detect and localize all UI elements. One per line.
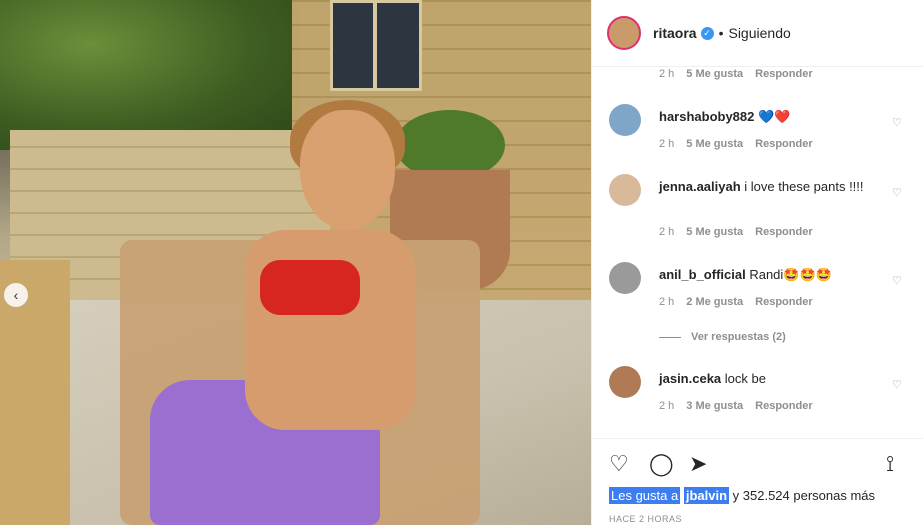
comment-like-icon[interactable]: ♡ xyxy=(892,116,902,129)
comment-avatar[interactable] xyxy=(609,262,641,294)
comment-text: anil_b_official Randi🤩🤩🤩 xyxy=(659,266,879,283)
carousel-prev-icon[interactable]: ‹ xyxy=(4,283,28,307)
comment-body: 💙❤️ xyxy=(758,109,791,124)
replies-line xyxy=(659,336,681,338)
comment-time: 2 h xyxy=(659,68,675,80)
comment-body: lock be xyxy=(724,371,766,386)
instagram-post-view: ‹ ritaora ✓ • Siguiendo 2 h 5 Me gusta R… xyxy=(0,0,923,525)
comment-text: jenna.aaliyah i love these pants !!!! xyxy=(659,178,879,195)
comment-meta: 2 h 2 Me gusta Responder xyxy=(659,296,813,308)
likes-prefix: Les gusta a xyxy=(609,487,681,504)
comment-username[interactable]: anil_b_official xyxy=(659,267,746,282)
likes-user[interactable]: jbalvin xyxy=(683,487,730,504)
post-actions: ♡ ◯ ➤ ⟟ xyxy=(592,438,923,489)
comment-meta: 2 h 5 Me gusta Responder xyxy=(659,138,813,150)
follow-status[interactable]: Siguiendo xyxy=(728,25,790,41)
comment-time: 2 h xyxy=(659,400,675,412)
comment-username[interactable]: jenna.aaliyah xyxy=(659,179,741,194)
comment-meta: 2 h 5 Me gusta Responder xyxy=(659,226,813,238)
comment-body: Randi🤩🤩🤩 xyxy=(749,267,832,282)
comment-likes[interactable]: 5 Me gusta xyxy=(686,226,743,238)
view-replies-label[interactable]: Ver respuestas (2) xyxy=(691,331,786,343)
share-icon[interactable]: ➤ xyxy=(689,451,707,477)
post-header: ritaora ✓ • Siguiendo xyxy=(592,0,923,67)
comment-reply[interactable]: Responder xyxy=(755,68,812,80)
comment-reply[interactable]: Responder xyxy=(755,138,812,150)
post-sidebar: ritaora ✓ • Siguiendo 2 h 5 Me gusta Res… xyxy=(591,0,923,525)
comment-time: 2 h xyxy=(659,296,675,308)
separator: • xyxy=(718,25,724,41)
comment-reply[interactable]: Responder xyxy=(755,400,812,412)
comments-list: 2 h 5 Me gusta Responder harshaboby882 💙… xyxy=(592,66,923,438)
verified-badge-icon: ✓ xyxy=(700,26,714,40)
comment-reply[interactable]: Responder xyxy=(755,226,812,238)
comment-likes[interactable]: 5 Me gusta xyxy=(686,68,743,80)
head xyxy=(300,110,395,230)
comment-like-icon[interactable]: ♡ xyxy=(892,274,902,287)
comment-time: 2 h xyxy=(659,226,675,238)
post-timestamp: HACE 2 HORAS xyxy=(609,514,683,524)
post-username[interactable]: ritaora xyxy=(653,25,697,41)
comment-avatar[interactable] xyxy=(609,174,641,206)
comment-body: i love these pants !!!! xyxy=(744,179,864,194)
comment-meta: 2 h 5 Me gusta Responder xyxy=(659,68,813,80)
comment-like-icon[interactable]: ♡ xyxy=(892,378,902,391)
heart-icon[interactable]: ♡ xyxy=(609,451,629,477)
comment-text: harshaboby882 💙❤️ xyxy=(659,108,879,125)
likes-suffix[interactable]: y 352.524 personas más xyxy=(733,488,875,503)
view-replies[interactable]: Ver respuestas (2) xyxy=(659,331,786,343)
comment-username[interactable]: jasin.ceka xyxy=(659,371,721,386)
post-photo[interactable]: ‹ xyxy=(0,0,591,525)
comment-likes[interactable]: 5 Me gusta xyxy=(686,138,743,150)
comment-icon[interactable]: ◯ xyxy=(649,451,674,477)
comment-meta: 2 h 3 Me gusta Responder xyxy=(659,400,813,412)
comment-likes[interactable]: 2 Me gusta xyxy=(686,296,743,308)
comment-time: 2 h xyxy=(659,138,675,150)
red-top xyxy=(260,260,360,315)
comment-like-icon[interactable]: ♡ xyxy=(892,186,902,199)
window xyxy=(330,0,422,91)
comment-text: jasin.ceka lock be xyxy=(659,370,879,387)
person xyxy=(150,100,420,525)
likes-line: Les gusta a jbalvin y 352.524 personas m… xyxy=(609,487,875,504)
comment-likes[interactable]: 3 Me gusta xyxy=(686,400,743,412)
comment-username[interactable]: harshaboby882 xyxy=(659,109,754,124)
comment-reply[interactable]: Responder xyxy=(755,296,812,308)
comment-avatar[interactable] xyxy=(609,104,641,136)
bookmark-icon[interactable]: ⟟ xyxy=(886,451,894,477)
avatar[interactable] xyxy=(607,16,641,50)
comment-avatar[interactable] xyxy=(609,366,641,398)
